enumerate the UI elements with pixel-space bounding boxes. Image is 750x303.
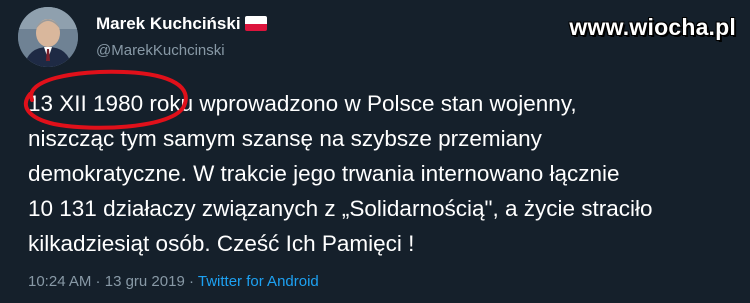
display-name[interactable]: Marek Kuchciński [96,14,241,34]
poland-flag-icon [245,16,267,31]
user-handle[interactable]: @MarekKuchcinski [96,42,225,59]
meta-separator: · [184,273,198,290]
avatar[interactable] [18,7,78,67]
tweet-line: demokratyczne. W trakcie jego trwania in… [28,161,620,186]
tweet-line: 13 XII 1980 roku wprowadzono w Polsce st… [28,91,577,116]
avatar-image [18,7,78,67]
tweet-line: kilkadziesiąt osób. Cześć Ich Pamięci ! [28,231,415,256]
site-watermark: www.wiocha.pl [569,14,736,40]
tweet-date[interactable]: 13 gru 2019 [105,273,185,290]
tweet-source-link[interactable]: Twitter for Android [198,273,319,290]
tweet-text: 13 XII 1980 roku wprowadzono w Polsce st… [28,86,728,261]
tweet-line: niszcząc tym samym szansę na szybsze prz… [28,126,542,151]
meta-separator: · [91,273,105,290]
tweet-line: 10 131 działaczy związanych z „Solidarno… [28,196,653,221]
tweet-time[interactable]: 10:24 AM [28,273,91,290]
tweet-card: Marek Kuchciński @MarekKuchcinski www.wi… [0,0,750,303]
tweet-meta: 10:24 AM · 13 gru 2019 · Twitter for And… [28,273,319,290]
